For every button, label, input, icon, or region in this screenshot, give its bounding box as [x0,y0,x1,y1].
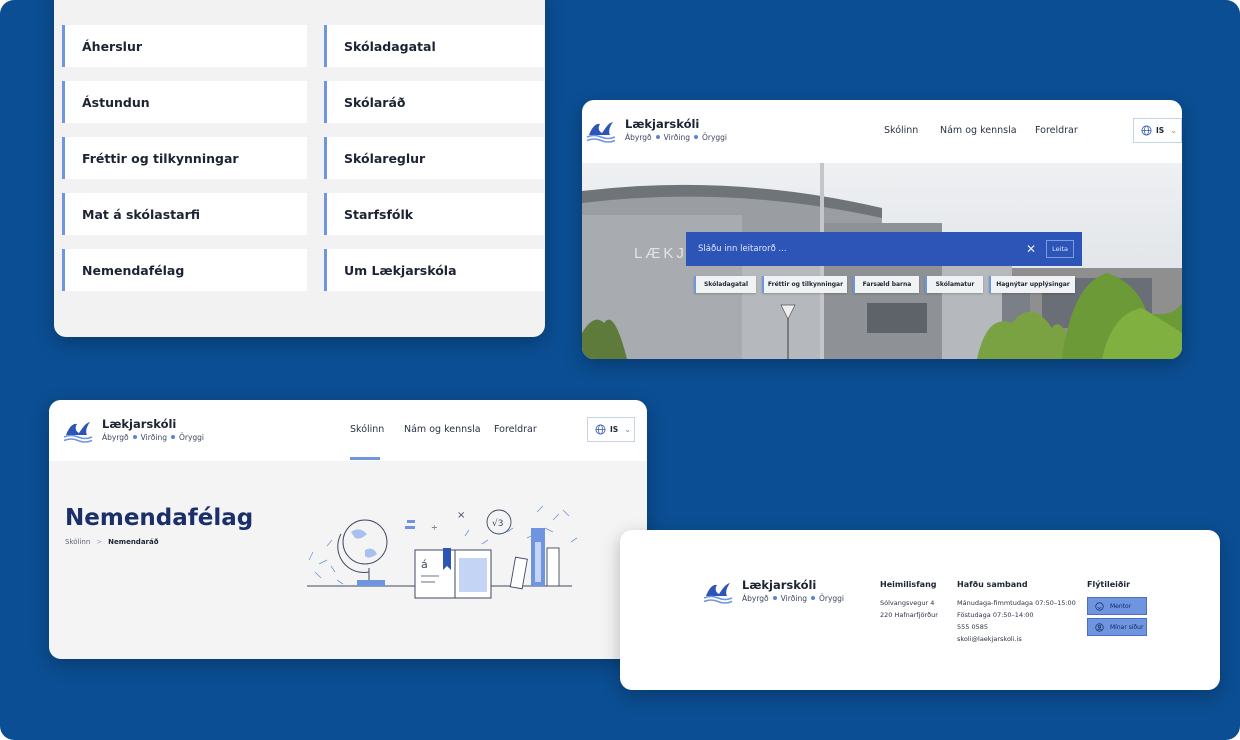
user-icon [1095,622,1104,632]
logo-title: Lækjarskóli [102,417,177,431]
phone-link[interactable]: 555 0585 [957,623,988,631]
link-mat[interactable]: Mat á skólastarfi [62,193,307,235]
page-header: Lækjarskóli Ábyrgð Virðing Öryggi Skólinn … [49,400,647,461]
search-button[interactable]: Leita [1046,240,1075,258]
nav-skolinn[interactable]: Skólinn [884,125,918,136]
nav-active-indicator [350,457,380,460]
language-code: IS [1156,126,1165,135]
chevron-down-icon: ⌄ [624,425,631,434]
smiley-icon [1095,601,1104,611]
links-card: Áherslur Ástundun Fréttir og tilkynninga… [54,0,545,337]
footer-card: Lækjarskóli Ábyrgð Virðing Öryggi Heimilis… [620,530,1220,690]
nav-foreldrar[interactable]: Foreldrar [1035,125,1078,136]
globe-icon [595,424,606,435]
my-pages-label: Mínar síður [1110,623,1144,631]
nav-foreldrar[interactable]: Foreldrar [494,424,537,435]
link-skolareglur[interactable]: Skólareglur [324,137,544,179]
language-selector[interactable]: IS ⌄ [1133,118,1182,143]
address-heading: Heimilisfang [880,580,937,589]
breadcrumb-current: Nemendaráð [108,538,159,546]
breadcrumb: Skólinn > Nemendaráð [65,538,159,546]
breadcrumb-separator-icon: > [96,538,103,546]
quick-link-hagnytar[interactable]: Hagnýtar upplýsingar [989,276,1075,293]
email-link[interactable]: skoli@laekjarskoli.is [957,635,1022,643]
address-line: 220 Hafnarfjörður [880,611,938,619]
quick-link-skolamatur[interactable]: Skólamatur [925,276,983,293]
svg-text:×: × [457,510,465,521]
language-code: IS [610,425,619,434]
link-skolarad[interactable]: Skólaráð [324,81,544,123]
svg-text:√3: √3 [492,518,503,529]
address-line: Sólvangsvegur 4 [880,599,935,607]
page-title: Nemendafélag [65,505,254,531]
swan-logo-icon [586,122,616,143]
school-illustration: ÷ × √3 á [307,505,578,599]
link-starfsfolk[interactable]: Starfsfólk [324,193,544,235]
search-input[interactable] [698,244,1008,254]
logo-motto: Ábyrgð Virðing Öryggi [625,133,727,142]
link-nemendafelag[interactable]: Nemendafélag [62,249,307,291]
close-icon[interactable]: ✕ [1026,242,1036,256]
swan-logo-icon [703,583,733,604]
svg-text:÷: ÷ [431,523,438,532]
site-logo[interactable]: Lækjarskóli Ábyrgð Virðing Öryggi [63,417,204,443]
nav-nam-og-kennsla[interactable]: Nám og kennsla [404,424,481,435]
opening-hours: Mánudaga-fimmtudaga 07:50–15:00 [957,599,1076,607]
contact-heading: Hafðu samband [957,580,1028,589]
logo-motto: Ábyrgð Virðing Öryggi [742,594,844,603]
logo-motto: Ábyrgð Virðing Öryggi [102,433,204,442]
shortcuts-heading: Flýtileiðir [1087,580,1131,589]
logo-title: Lækjarskóli [625,117,700,131]
nav-nam-og-kennsla[interactable]: Nám og kennsla [940,125,1017,136]
link-aherslur[interactable]: Áherslur [62,25,307,67]
quick-link-frettir[interactable]: Fréttir og tilkynningar [762,276,847,293]
hero-card: Lækjarskóli Ábyrgð Virðing Öryggi Skólinn … [582,100,1182,359]
svg-text:á: á [421,558,428,571]
site-logo[interactable]: Lækjarskóli Ábyrgð Virðing Öryggi [703,578,844,604]
link-skoladagatal[interactable]: Skóladagatal [324,25,544,67]
mentor-label: Mentor [1110,602,1132,610]
site-logo[interactable]: Lækjarskóli Ábyrgð Virðing Öryggi [586,117,727,143]
swan-logo-icon [63,422,93,443]
logo-title: Lækjarskóli [742,578,817,592]
globe-icon [1141,125,1152,136]
search-bar: ✕ Leita [686,232,1082,266]
link-um-laekjarskola[interactable]: Um Lækjarskóla [324,249,544,291]
breadcrumb-skolinn[interactable]: Skólinn [65,538,90,546]
language-selector[interactable]: IS ⌄ [587,417,635,442]
quick-link-skoladagatal[interactable]: Skóladagatal [694,276,756,293]
canvas-background: Áherslur Ástundun Fréttir og tilkynninga… [0,0,1240,740]
chevron-down-icon: ⌄ [1170,126,1177,135]
opening-hours: Föstudaga 07:50–14:00 [957,611,1034,619]
link-astundun[interactable]: Ástundun [62,81,307,123]
link-frettir[interactable]: Fréttir og tilkynningar [62,137,307,179]
page-card: Lækjarskóli Ábyrgð Virðing Öryggi Skólinn … [49,400,647,659]
mentor-button[interactable]: Mentor [1087,597,1147,615]
quick-link-farsaeld[interactable]: Farsæld barna [853,276,919,293]
nav-skolinn[interactable]: Skólinn [350,424,384,435]
my-pages-button[interactable]: Mínar síður [1087,618,1147,636]
